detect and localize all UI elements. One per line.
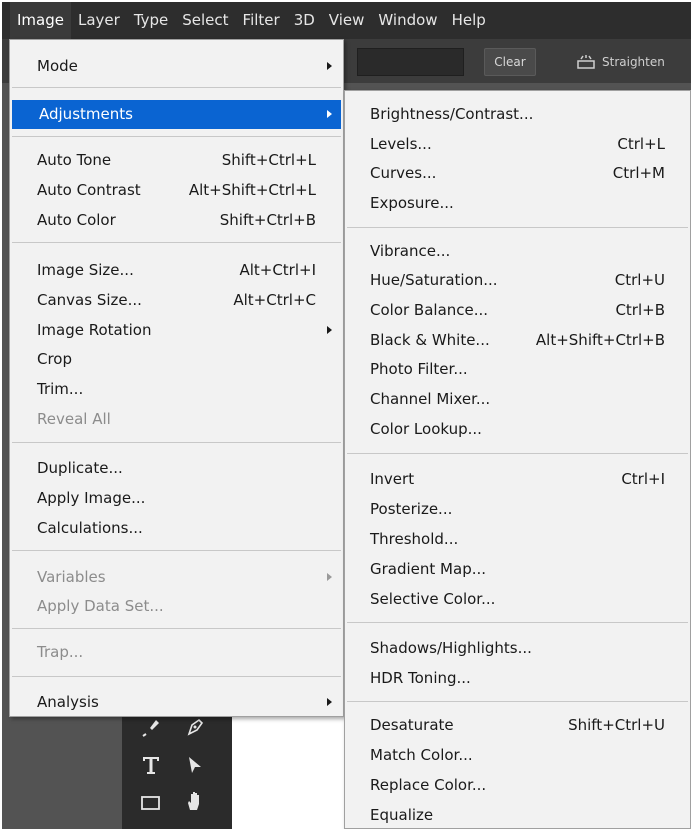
menu-item-photo-filter[interactable]: Photo Filter... <box>345 355 690 384</box>
shortcut: Ctrl+U <box>614 271 665 289</box>
shortcut: Alt+Ctrl+I <box>239 261 316 279</box>
menu-item-auto-contrast[interactable]: Auto Contrast Alt+Shift+Ctrl+L <box>10 176 343 205</box>
menu-item-selective-color[interactable]: Selective Color... <box>345 585 690 614</box>
menu-item-trim[interactable]: Trim... <box>10 375 343 404</box>
menu-select[interactable]: Select <box>175 2 235 39</box>
separator <box>12 242 341 243</box>
menu-item-color-balance[interactable]: Color Balance... Ctrl+B <box>345 296 690 325</box>
menu-item-channel-mixer[interactable]: Channel Mixer... <box>345 385 690 414</box>
menu-item-variables: Variables <box>10 563 343 592</box>
ratio-input[interactable] <box>357 48 464 76</box>
path-selection-icon[interactable] <box>184 754 206 776</box>
menu-item-brightness-contrast[interactable]: Brightness/Contrast... <box>345 100 690 129</box>
menu-item-curves[interactable]: Curves... Ctrl+M <box>345 159 690 188</box>
menu-item-replace-color[interactable]: Replace Color... <box>345 771 690 800</box>
menu-item-black-white[interactable]: Black & White... Alt+Shift+Ctrl+B <box>345 326 690 355</box>
menu-item-trap: Trap... <box>37 643 84 661</box>
menu-item-invert[interactable]: Invert Ctrl+I <box>345 465 690 494</box>
shortcut: Ctrl+L <box>617 135 665 153</box>
menu-filter[interactable]: Filter <box>236 2 287 39</box>
menu-item-posterize[interactable]: Posterize... <box>345 495 690 524</box>
shortcut: Ctrl+I <box>621 470 665 488</box>
submenu-arrow-icon <box>327 110 332 118</box>
menu-item-match-color[interactable]: Match Color... <box>345 741 690 770</box>
menu-item-adjustments[interactable]: Adjustments <box>12 100 341 129</box>
separator <box>347 453 688 454</box>
shortcut: Shift+Ctrl+L <box>221 151 316 169</box>
menu-item-exposure[interactable]: Exposure... <box>345 189 690 218</box>
separator <box>12 136 341 137</box>
submenu-arrow-icon <box>327 698 332 706</box>
menu-item-auto-tone[interactable]: Auto Tone Shift+Ctrl+L <box>10 146 343 175</box>
menu-item-image-rotation[interactable]: Image Rotation <box>10 316 343 345</box>
menubar: Image Layer Type Select Filter 3D View W… <box>2 2 691 39</box>
shortcut: Ctrl+B <box>615 301 665 319</box>
menu-item-reveal-all: Reveal All <box>37 410 111 428</box>
shortcut: Alt+Shift+Ctrl+L <box>188 181 316 199</box>
menu-3d[interactable]: 3D <box>287 2 322 39</box>
menu-item-levels[interactable]: Levels... Ctrl+L <box>345 130 690 159</box>
separator <box>12 550 341 551</box>
menu-window[interactable]: Window <box>371 2 444 39</box>
separator <box>12 628 341 629</box>
menu-item-duplicate[interactable]: Duplicate... <box>10 454 343 483</box>
freeform-pen-icon[interactable] <box>184 716 206 738</box>
menu-item-crop[interactable]: Crop <box>10 345 343 374</box>
adjustments-submenu: Brightness/Contrast... Levels... Ctrl+L C… <box>344 90 691 829</box>
shortcut: Shift+Ctrl+B <box>219 211 316 229</box>
separator <box>12 442 341 443</box>
menu-item-vibrance[interactable]: Vibrance... <box>345 237 690 266</box>
separator <box>347 622 688 623</box>
menu-item-shadows-highlights[interactable]: Shadows/Highlights... <box>345 634 690 663</box>
submenu-arrow-icon <box>327 573 332 581</box>
separator <box>347 701 688 702</box>
menu-item-apply-data-set: Apply Data Set... <box>37 597 164 615</box>
menu-item-equalize[interactable]: Equalize <box>345 801 690 829</box>
menu-item-canvas-size[interactable]: Canvas Size... Alt+Ctrl+C <box>10 286 343 315</box>
menu-item-calculations[interactable]: Calculations... <box>10 514 343 543</box>
separator <box>12 87 341 88</box>
menu-image[interactable]: Image <box>10 2 71 39</box>
menu-item-image-size[interactable]: Image Size... Alt+Ctrl+I <box>10 256 343 285</box>
separator <box>347 227 688 228</box>
hand-tool-icon[interactable] <box>184 790 206 812</box>
menu-item-color-lookup[interactable]: Color Lookup... <box>345 415 690 444</box>
menu-item-hdr-toning[interactable]: HDR Toning... <box>345 664 690 693</box>
menu-item-threshold[interactable]: Threshold... <box>345 525 690 554</box>
menu-item-auto-color[interactable]: Auto Color Shift+Ctrl+B <box>10 206 343 235</box>
shortcut: Alt+Ctrl+C <box>233 291 316 309</box>
image-menu: Mode Adjustments Auto Tone Shift+Ctrl+L A… <box>9 39 344 717</box>
menu-layer[interactable]: Layer <box>71 2 127 39</box>
submenu-arrow-icon <box>327 326 332 334</box>
menu-item-hue-saturation[interactable]: Hue/Saturation... Ctrl+U <box>345 266 690 295</box>
separator <box>12 676 341 677</box>
straighten-button[interactable]: Straighten <box>602 48 665 76</box>
menu-view[interactable]: View <box>322 2 372 39</box>
menu-type[interactable]: Type <box>127 2 175 39</box>
tools-panel <box>122 702 232 829</box>
rectangle-tool-icon[interactable] <box>140 792 162 814</box>
shortcut: Shift+Ctrl+U <box>568 716 665 734</box>
shortcut: Ctrl+M <box>612 164 665 182</box>
menu-item-desaturate[interactable]: Desaturate Shift+Ctrl+U <box>345 711 690 740</box>
menu-help[interactable]: Help <box>445 2 493 39</box>
photoshop-window: Image Layer Type Select Filter 3D View W… <box>2 2 691 829</box>
menu-item-mode[interactable]: Mode <box>10 52 343 81</box>
type-tool-icon[interactable] <box>140 754 162 776</box>
menu-item-apply-image[interactable]: Apply Image... <box>10 484 343 513</box>
straighten-icon[interactable] <box>576 55 596 69</box>
pen-tool-icon[interactable] <box>140 716 162 738</box>
menu-item-analysis[interactable]: Analysis <box>10 688 343 717</box>
menu-item-gradient-map[interactable]: Gradient Map... <box>345 555 690 584</box>
clear-button[interactable]: Clear <box>484 48 536 76</box>
shortcut: Alt+Shift+Ctrl+B <box>535 331 665 349</box>
submenu-arrow-icon <box>327 62 332 70</box>
